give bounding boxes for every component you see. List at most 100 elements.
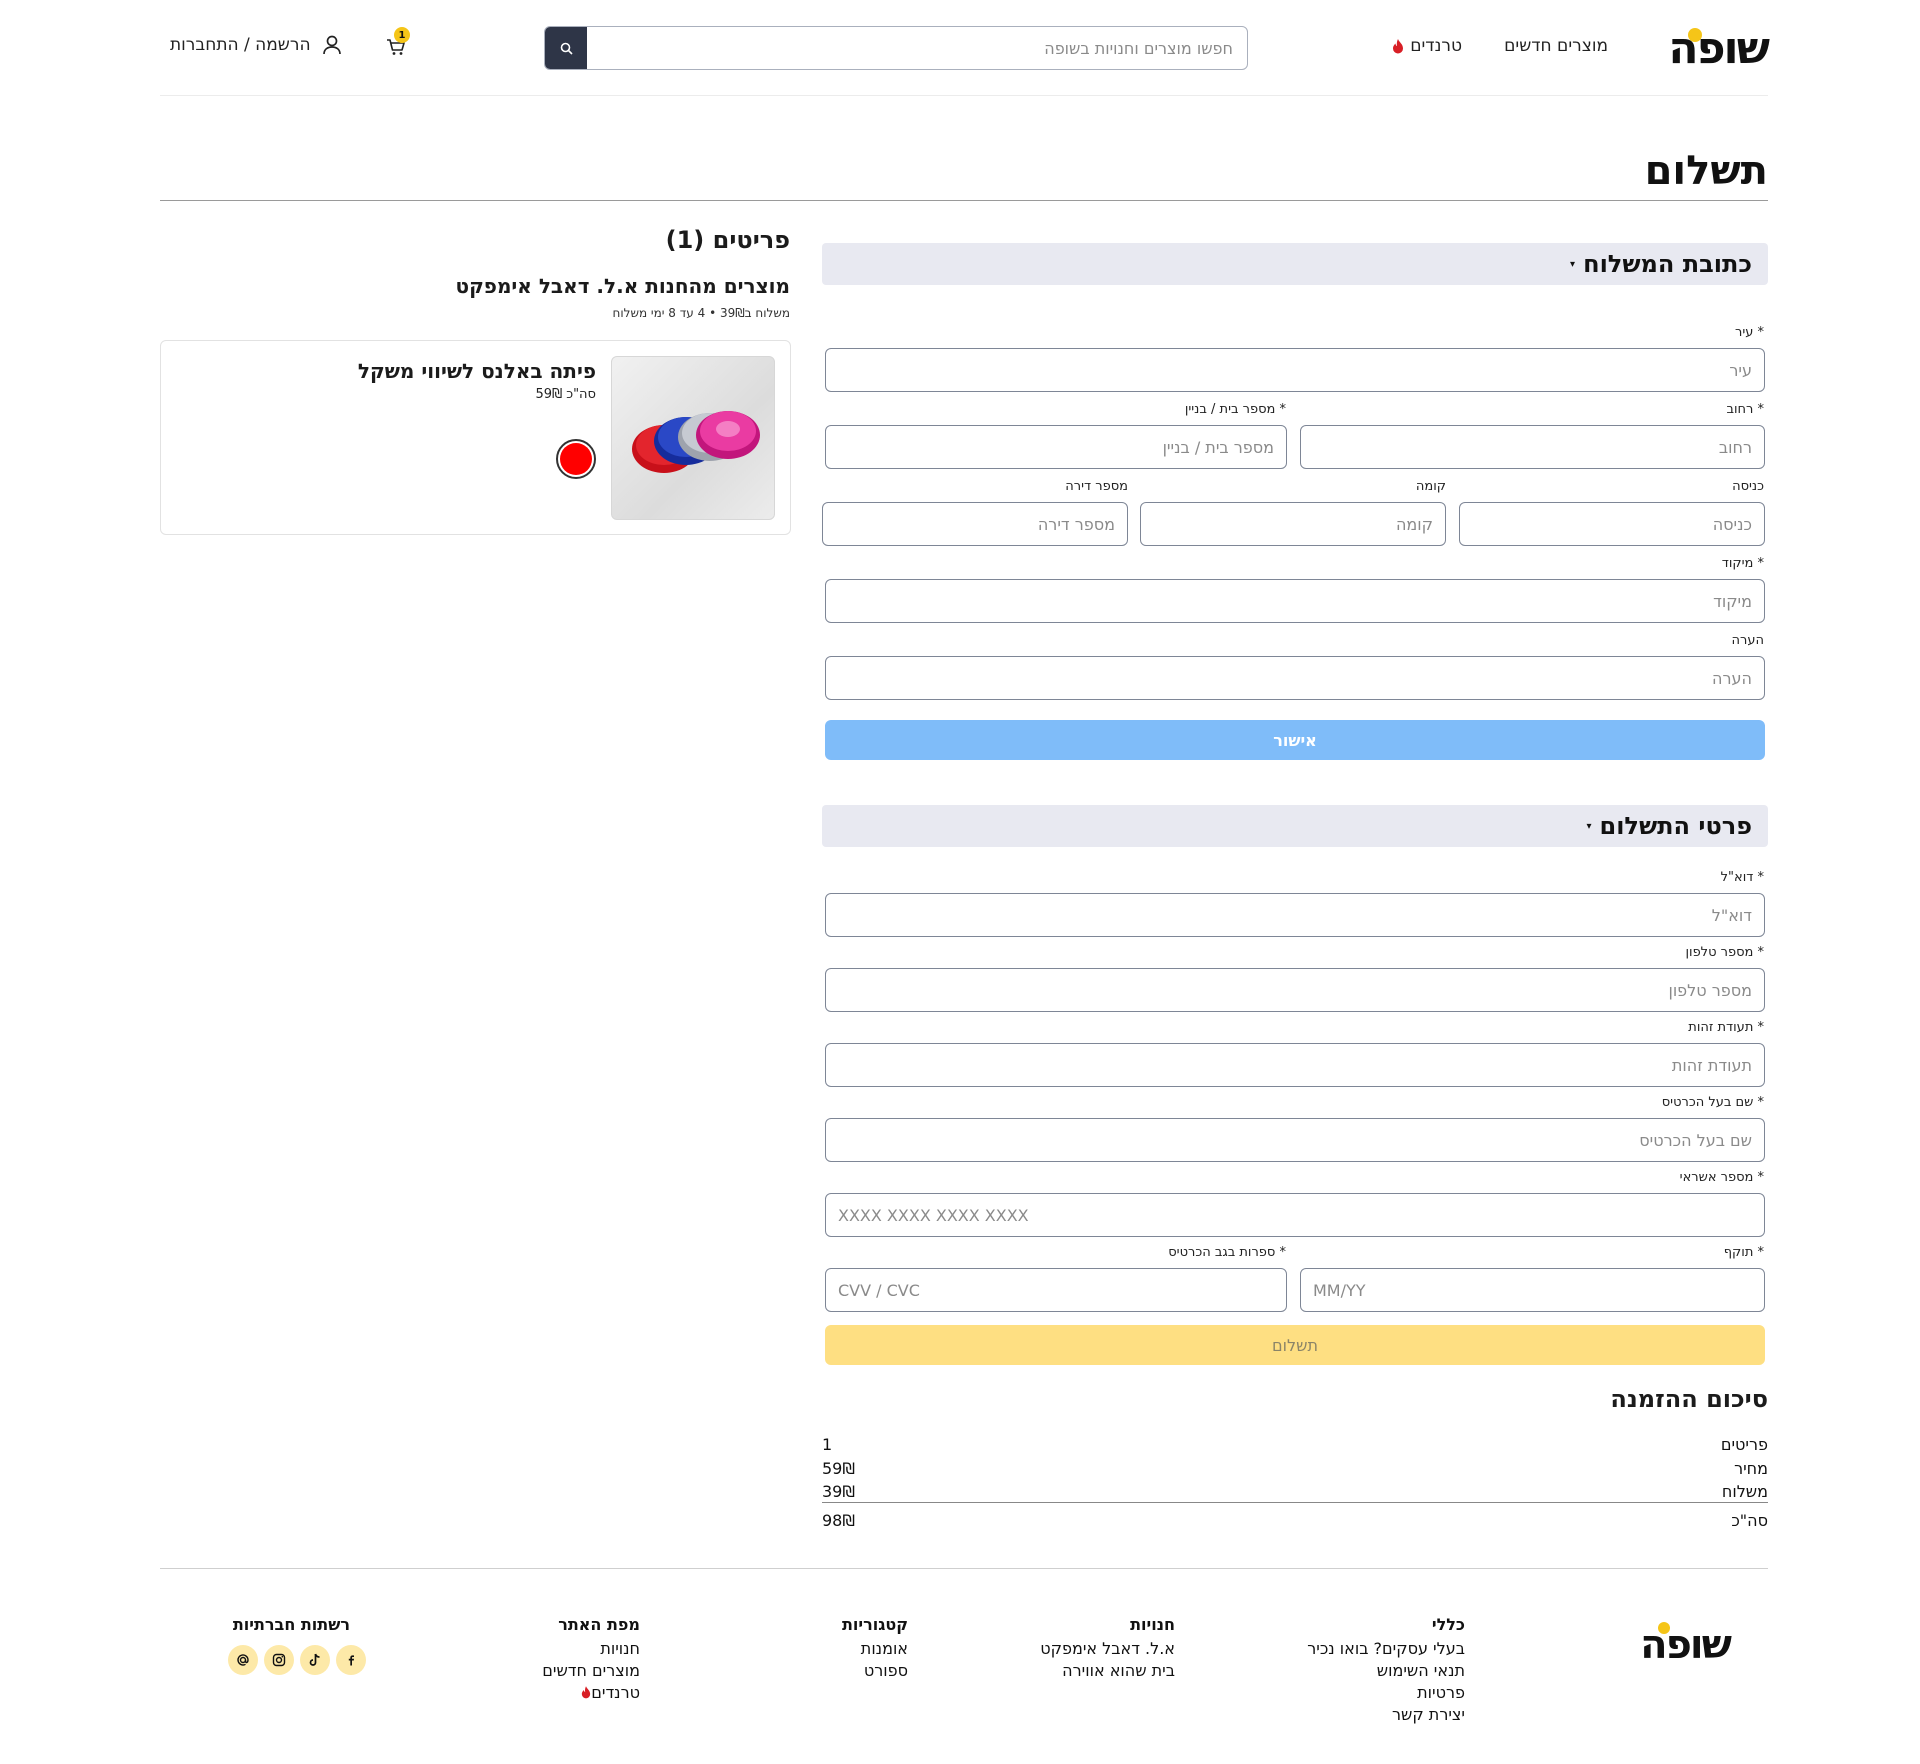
- card-number-label: * מספר אשראי: [1679, 1170, 1764, 1185]
- apartment-input[interactable]: [822, 502, 1128, 546]
- checkout-page: שופה מוצרים חדשים טרנדים חפשו מוצרים וחנ…: [0, 0, 1920, 1764]
- social-icons: [228, 1645, 366, 1675]
- expiry-input[interactable]: [1300, 1268, 1765, 1312]
- entrance-label: כניסה: [1732, 479, 1764, 494]
- footer-general-title: כללי: [1431, 1615, 1465, 1634]
- product-name[interactable]: פיתה באלנס לשיווי משקל: [358, 359, 596, 383]
- house-number-input[interactable]: [825, 425, 1287, 469]
- footer-link-store[interactable]: בית שהוא אווירה: [1040, 1660, 1175, 1682]
- footer-link-terms[interactable]: תנאי השימוש: [1307, 1660, 1465, 1682]
- product-image[interactable]: [611, 356, 775, 520]
- shipping-section-header[interactable]: כתובת המשלוח ▾: [822, 243, 1768, 285]
- footer-link-stores[interactable]: חנויות: [542, 1638, 640, 1660]
- footer-social-title: רשתות חברתיות: [232, 1615, 350, 1634]
- cardholder-label: * שם בעל הכרטיס: [1661, 1095, 1764, 1110]
- zip-label: * מיקוד: [1721, 556, 1764, 571]
- footer-categories-title: קטגוריות: [841, 1615, 908, 1634]
- title-divider: [160, 200, 1768, 201]
- city-input[interactable]: [825, 348, 1765, 392]
- footer-link-category[interactable]: אומנות: [842, 1638, 908, 1660]
- approve-address-button[interactable]: אישור: [825, 720, 1765, 760]
- apartment-label: מספר דירה: [1065, 479, 1128, 494]
- note-input[interactable]: [825, 656, 1765, 700]
- summary-row-items: פריטים 1: [822, 1432, 1768, 1456]
- caret-down-icon: ▾: [1586, 820, 1592, 832]
- footer-logo[interactable]: שופה: [1640, 1620, 1732, 1670]
- city-label: * עיר: [1734, 325, 1764, 340]
- summary-row-shipping: משלוח 39₪: [822, 1480, 1768, 1502]
- summary-row-price: מחיר 59₪: [822, 1456, 1768, 1480]
- footer-sitemap-column: מפת האתר חנויות מוצרים חדשים טרנדים: [542, 1614, 640, 1704]
- summary-row-label: פריטים: [1720, 1434, 1768, 1454]
- house-number-label: * מספר בית / בניין: [1184, 402, 1286, 417]
- login-link[interactable]: הרשמה / התחברות: [170, 34, 343, 56]
- floor-input[interactable]: [1140, 502, 1446, 546]
- footer-categories-column: קטגוריות אומנות ספורט: [842, 1614, 908, 1682]
- color-swatch-fill: [560, 443, 592, 475]
- summary-row-label: מחיר: [1734, 1458, 1768, 1478]
- summary-row-total: סה"כ 98₪: [822, 1508, 1768, 1532]
- expiry-label: * תוקף: [1723, 1245, 1764, 1260]
- street-label: * רחוב: [1726, 402, 1764, 417]
- items-title: פריטים (1): [665, 226, 790, 254]
- cart-count-badge: 1: [394, 27, 410, 43]
- floor-label: קומה: [1415, 479, 1446, 494]
- color-swatch[interactable]: [556, 439, 596, 479]
- footer-link-business[interactable]: בעלי עסקים? בואו נכיר: [1307, 1638, 1465, 1660]
- login-label: הרשמה / התחברות: [170, 35, 311, 55]
- search-button[interactable]: [545, 27, 587, 69]
- id-number-input[interactable]: [825, 1043, 1765, 1087]
- payment-section-header[interactable]: פרטי התשלום ▾: [822, 805, 1768, 847]
- summary-row-value: 59₪: [822, 1458, 855, 1478]
- footer-link-store[interactable]: א.ל. דאבל אימפקט: [1040, 1638, 1175, 1660]
- nav-new-products[interactable]: מוצרים חדשים: [1504, 36, 1608, 56]
- fire-icon: [582, 1686, 591, 1699]
- footer-link-trends-label: טרנדים: [591, 1683, 640, 1702]
- instagram-icon[interactable]: [264, 1645, 294, 1675]
- tiktok-icon[interactable]: [300, 1645, 330, 1675]
- note-label: הערה: [1731, 633, 1764, 648]
- phone-input[interactable]: [825, 968, 1765, 1012]
- logo-text: שופה: [1668, 23, 1770, 74]
- summary-row-value: 98₪: [822, 1510, 855, 1530]
- cardholder-input[interactable]: [825, 1118, 1765, 1162]
- threads-icon[interactable]: [228, 1645, 258, 1675]
- summary-row-label: משלוח: [1721, 1481, 1768, 1501]
- store-title: מוצרים מהחנות א.ל. דאבל אימפקט: [455, 274, 790, 298]
- page-title: תשלום: [1644, 148, 1768, 194]
- footer-social-column: רשתות חברתיות: [233, 1614, 350, 1638]
- search-input[interactable]: [587, 27, 1247, 69]
- footer-general-column: כללי בעלי עסקים? בואו נכיר תנאי השימוש פ…: [1307, 1614, 1465, 1726]
- nav-trends[interactable]: טרנדים: [1392, 36, 1462, 56]
- phone-label: * מספר טלפון: [1685, 945, 1764, 960]
- shipping-info: משלוח ב39₪ • 4 עד 8 ימי משלוח: [612, 306, 790, 320]
- cart-item-card: פיתה באלנס לשיווי משקל סה"כ 59₪: [160, 340, 791, 535]
- footer-link-new-products[interactable]: מוצרים חדשים: [542, 1660, 640, 1682]
- email-input[interactable]: [825, 893, 1765, 937]
- fire-icon: [1393, 38, 1404, 53]
- footer-link-trends[interactable]: טרנדים: [542, 1682, 640, 1704]
- facebook-icon[interactable]: [336, 1645, 366, 1675]
- footer-link-category[interactable]: ספורט: [842, 1660, 908, 1682]
- nav-trends-label: טרנדים: [1410, 36, 1462, 56]
- logo[interactable]: שופה: [1668, 23, 1770, 74]
- footer-divider: [160, 1568, 1768, 1569]
- pay-button[interactable]: תשלום: [825, 1325, 1765, 1365]
- card-number-input[interactable]: [825, 1193, 1765, 1237]
- entrance-input[interactable]: [1459, 502, 1765, 546]
- user-icon: [322, 35, 341, 55]
- tiktok-glyph: [309, 1653, 320, 1666]
- street-input[interactable]: [1300, 425, 1765, 469]
- instagram-glyph: [272, 1653, 286, 1667]
- footer-link-contact[interactable]: יצירת קשר: [1307, 1704, 1465, 1726]
- site-header: שופה מוצרים חדשים טרנדים חפשו מוצרים וחנ…: [160, 0, 1770, 96]
- footer-link-privacy[interactable]: פרטיות: [1307, 1682, 1465, 1704]
- facebook-glyph: [348, 1655, 354, 1666]
- cart-button[interactable]: 1: [384, 27, 410, 59]
- zip-input[interactable]: [825, 579, 1765, 623]
- footer-stores-column: חנויות א.ל. דאבל אימפקט בית שהוא אווירה: [1040, 1614, 1175, 1682]
- footer-stores-title: חנויות: [1130, 1615, 1175, 1634]
- cvv-input[interactable]: [825, 1268, 1287, 1312]
- search-bar: [544, 26, 1248, 70]
- email-label: * דוא"ל: [1720, 870, 1764, 885]
